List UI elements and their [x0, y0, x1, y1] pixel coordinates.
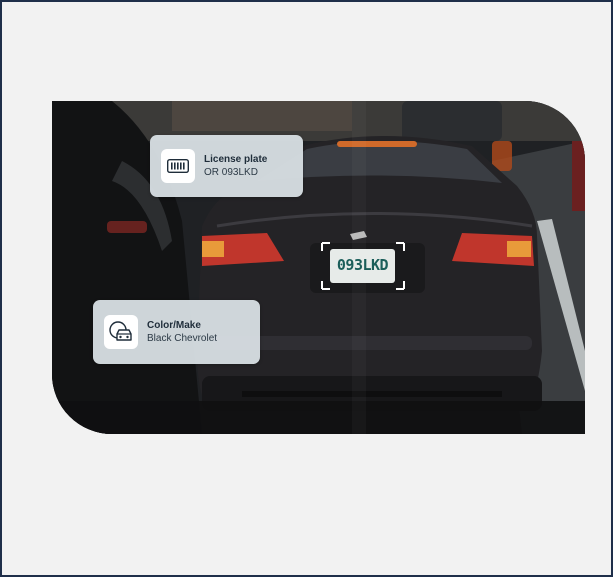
- car-scene: [52, 101, 585, 434]
- license-plate-value: OR 093LKD: [204, 167, 258, 178]
- color-make-title: Color/Make: [147, 319, 201, 331]
- color-make-value: Black Chevrolet: [147, 333, 218, 344]
- car-color-icon: [104, 315, 138, 349]
- license-plate-card: License plate OR 093LKD: [150, 135, 303, 197]
- car-photo: 093LKD: [52, 101, 585, 434]
- license-plate-title: License plate: [204, 153, 268, 165]
- plate-number: 093LKD: [336, 256, 389, 274]
- color-make-card: Color/Make Black Chevrolet: [93, 300, 260, 364]
- barcode-icon: [161, 149, 195, 183]
